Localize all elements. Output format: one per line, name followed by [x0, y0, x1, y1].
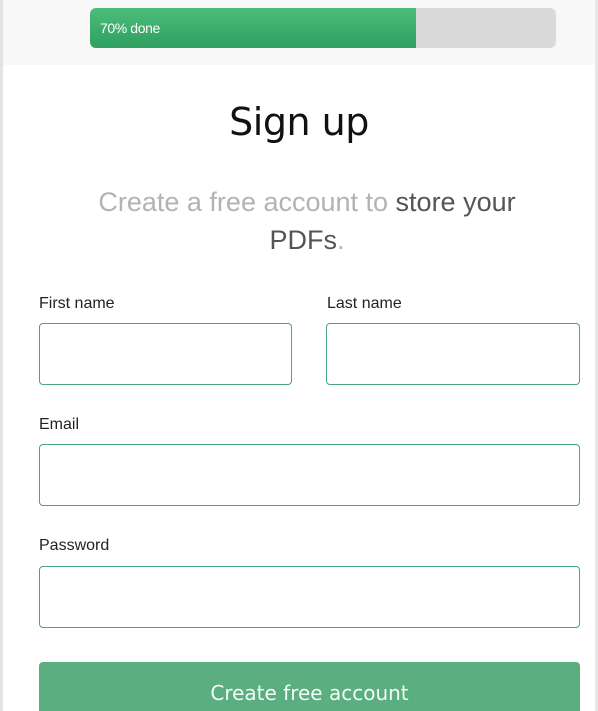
email-field[interactable]	[39, 444, 580, 506]
progress-header: 70% done	[3, 0, 595, 65]
password-field[interactable]	[39, 566, 580, 628]
last-name-label: Last name	[327, 295, 402, 312]
first-name-field[interactable]	[39, 323, 292, 385]
last-name-field[interactable]	[326, 323, 580, 385]
password-label: Password	[39, 537, 110, 554]
signup-page: 70% done Sign up Create a free account t…	[0, 0, 598, 711]
create-account-button[interactable]: Create free account	[39, 662, 580, 711]
progress-bar: 70% done	[90, 8, 556, 48]
subtitle-period: .	[336, 225, 345, 255]
page-subtitle: Create a free account to store your PDFs…	[60, 183, 554, 259]
subtitle-text: Create a free account to	[98, 187, 396, 217]
first-name-label: First name	[39, 295, 115, 312]
progress-label: 70% done	[100, 20, 160, 36]
page-title: Sign up	[229, 100, 369, 144]
email-label: Email	[39, 416, 80, 433]
